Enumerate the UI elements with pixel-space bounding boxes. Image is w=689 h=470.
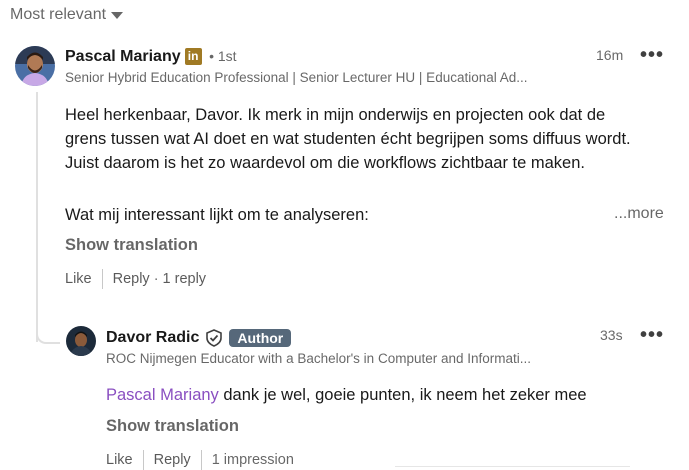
more-icon[interactable]: ••• [640, 45, 664, 65]
linkedin-icon: in [184, 48, 202, 66]
reply-author-name[interactable]: Davor Radic [106, 329, 199, 347]
avatar[interactable] [66, 326, 96, 356]
thread-line [36, 92, 38, 342]
reply-button[interactable]: Reply [113, 271, 150, 287]
show-translation-button[interactable]: Show translation [65, 236, 198, 255]
thread-connector [36, 320, 60, 344]
comment-author-name[interactable]: Pascal Mariany [65, 48, 181, 65]
sort-dropdown[interactable]: Most relevant [10, 6, 124, 24]
comment-actions: Like Reply · 1 reply [65, 269, 206, 289]
sort-label: Most relevant [10, 6, 107, 23]
like-button[interactable]: Like [65, 271, 92, 287]
comment-body: Heel herkenbaar, Davor. Ik merk in mijn … [65, 103, 631, 175]
connection-degree: • 1st [209, 48, 237, 64]
reply-body: Pascal Mariany dank je wel, goeie punten… [106, 383, 587, 407]
comment-timestamp: 16m [596, 47, 624, 63]
comment-author-row: Pascal Mariany in • 1st [65, 48, 237, 66]
impression-count: 1 impression [211, 452, 294, 468]
comment-line: Juist daarom is het zo waardevol om die … [65, 154, 585, 172]
comment-line: Heel herkenbaar, Davor. Ik merk in mijn … [65, 106, 606, 124]
show-translation-button[interactable]: Show translation [106, 417, 239, 436]
avatar[interactable] [15, 46, 55, 86]
more-icon[interactable]: ••• [640, 325, 664, 345]
reply-text: dank je wel, goeie punten, ik neem het z… [218, 386, 587, 404]
chevron-down-icon [111, 11, 124, 19]
reply-timestamp: 33s [600, 327, 623, 343]
reply-button[interactable]: Reply [154, 452, 191, 468]
reply-author-row: Davor Radic Author [106, 329, 292, 347]
verified-shield-icon [205, 329, 223, 347]
reply-count[interactable]: 1 reply [163, 271, 207, 287]
like-button[interactable]: Like [106, 452, 133, 468]
divider [395, 466, 630, 467]
reply-author-headline: ROC Nijmegen Educator with a Bachelor's … [106, 351, 532, 366]
author-badge: Author [229, 329, 292, 347]
separator-dot: · [153, 271, 159, 287]
comment-line: grens tussen wat AI doet en wat studente… [65, 130, 631, 148]
divider [101, 269, 103, 289]
see-more-button[interactable]: ...more [614, 205, 664, 223]
divider [142, 450, 144, 470]
comment-line: Wat mij interessant lijkt om te analyser… [65, 206, 369, 224]
mention-link[interactable]: Pascal Mariany [106, 386, 219, 404]
comment-author-headline: Senior Hybrid Education Professional | S… [65, 70, 528, 85]
divider [200, 450, 202, 470]
reply-actions: Like Reply 1 impression [106, 450, 294, 470]
